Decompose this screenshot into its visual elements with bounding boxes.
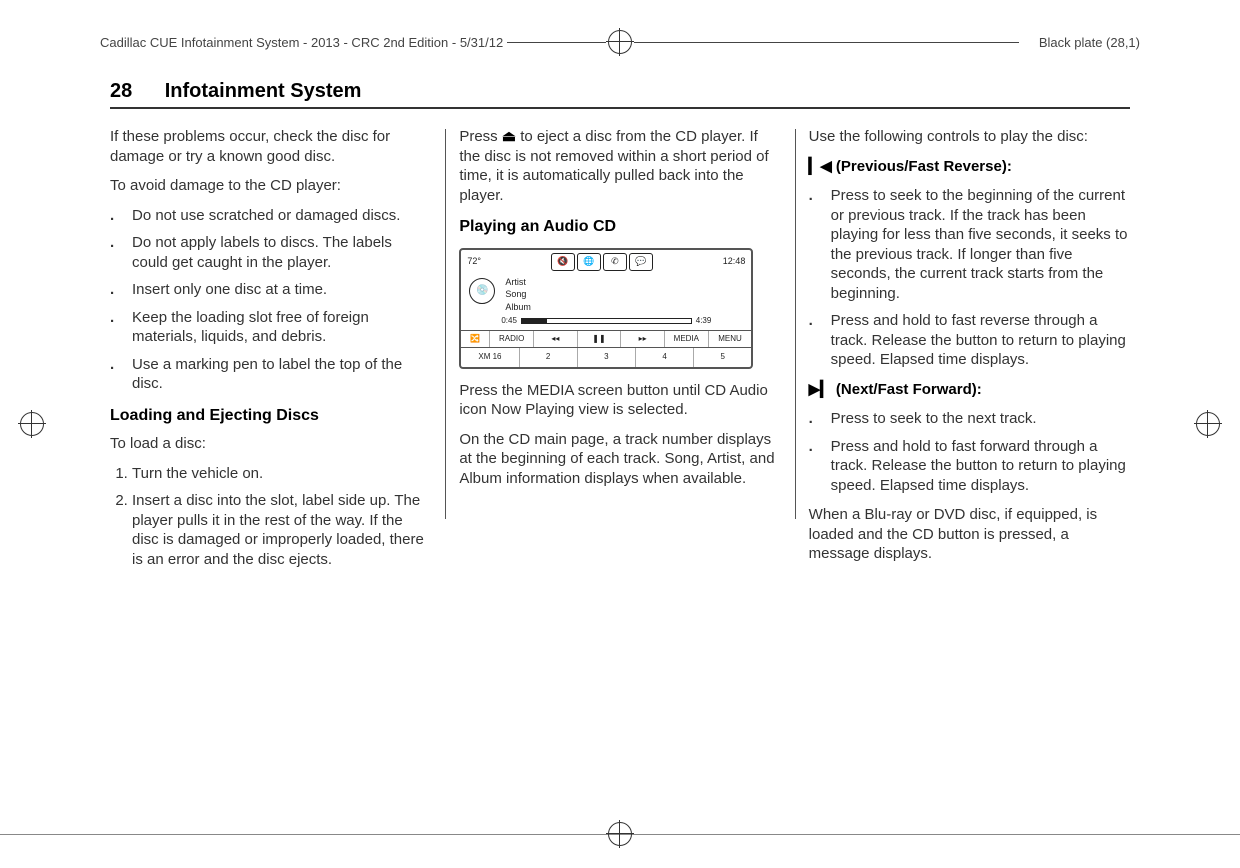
registration-mark-icon xyxy=(1194,410,1222,438)
progress-bar xyxy=(521,318,692,324)
fig-song: Song xyxy=(505,288,531,301)
prev-icon: ◂◂ xyxy=(534,331,578,347)
fig-fav: 4 xyxy=(635,348,693,366)
control-heading: ▶▎ (Next/Fast Forward): xyxy=(809,380,1130,400)
list-item: .Insert only one disc at a time. xyxy=(110,280,431,300)
subheading: Playing an Audio CD xyxy=(459,217,780,238)
fig-album: Album xyxy=(505,301,531,314)
numbered-list: Turn the vehicle on. Insert a disc into … xyxy=(110,464,431,570)
list-item: .Press to seek to the beginning of the c… xyxy=(809,186,1130,303)
bullet-list: .Press to seek to the next track. .Press… xyxy=(809,409,1130,495)
fig-fav: 3 xyxy=(577,348,635,366)
page-title: Infotainment System xyxy=(165,80,362,102)
registration-mark-icon xyxy=(606,820,634,848)
phone-icon: ✆ xyxy=(603,253,627,271)
next-icon: ▸▸ xyxy=(621,331,665,347)
mute-icon: 🔇 xyxy=(551,253,575,271)
para: Press ⏏ to eject a disc from the CD play… xyxy=(459,127,780,205)
para: Press the MEDIA screen button until CD A… xyxy=(459,381,780,420)
fig-buttons-row: 🔀 RADIO ◂◂ ❚❚ ▸▸ MEDIA MENU xyxy=(461,330,751,347)
para: To avoid damage to the CD player: xyxy=(110,176,431,196)
doc-title: Cadillac CUE Infotainment System - 2013 … xyxy=(100,35,503,50)
fig-time: 12:48 xyxy=(723,256,746,268)
fig-favorites-row: XM 16 2 3 4 5 xyxy=(461,347,751,366)
fig-fav: 2 xyxy=(519,348,577,366)
fig-btn: RADIO xyxy=(490,331,534,347)
list-item: Turn the vehicle on. xyxy=(132,464,431,484)
para: Use the following controls to play the d… xyxy=(809,127,1130,147)
para: To load a disc: xyxy=(110,434,431,454)
page-header: 28 Infotainment System xyxy=(110,80,1130,109)
list-item: .Keep the loading slot free of foreign m… xyxy=(110,308,431,347)
fig-fav: XM 16 xyxy=(461,348,518,366)
fig-artist: Artist xyxy=(505,276,531,289)
production-header: Cadillac CUE Infotainment System - 2013 … xyxy=(100,28,1140,56)
registration-mark-icon xyxy=(606,28,634,56)
fig-elapsed: 0:45 xyxy=(501,316,517,326)
globe-icon: 🌐 xyxy=(577,253,601,271)
list-item: .Use a marking pen to label the top of t… xyxy=(110,355,431,394)
fig-btn: MENU xyxy=(709,331,752,347)
page-body: 28 Infotainment System If these problems… xyxy=(110,80,1130,579)
control-heading: ▎◀ (Previous/Fast Reverse): xyxy=(809,157,1130,177)
list-item: .Press and hold to fast reverse through … xyxy=(809,311,1130,370)
list-item: Insert a disc into the slot, label side … xyxy=(132,491,431,569)
column-3: Use the following controls to play the d… xyxy=(795,127,1130,579)
para: On the CD main page, a track number disp… xyxy=(459,430,780,489)
subheading: Loading and Ejecting Discs xyxy=(110,406,431,427)
cd-screen-figure: 72° 🔇 🌐 ✆ 💬 12:48 💿 Artist So xyxy=(459,248,753,369)
voice-icon: 💬 xyxy=(629,253,653,271)
shuffle-icon: 🔀 xyxy=(470,334,480,343)
plate-info: Black plate (28,1) xyxy=(1039,35,1140,50)
fig-btn: MEDIA xyxy=(665,331,709,347)
list-item: .Do not apply labels to discs. The label… xyxy=(110,233,431,272)
para: When a Blu-ray or DVD disc, if equipped,… xyxy=(809,505,1130,564)
list-item: .Press and hold to fast forward through … xyxy=(809,437,1130,496)
column-1: If these problems occur, check the disc … xyxy=(110,127,445,579)
page-number: 28 xyxy=(110,80,132,102)
para: If these problems occur, check the disc … xyxy=(110,127,431,166)
list-item: .Do not use scratched or damaged discs. xyxy=(110,206,431,226)
bullet-list: .Press to seek to the beginning of the c… xyxy=(809,186,1130,370)
fig-fav: 5 xyxy=(693,348,751,366)
bullet-list: .Do not use scratched or damaged discs. … xyxy=(110,206,431,394)
registration-mark-icon xyxy=(18,410,46,438)
seek-next-icon: ▶▎ xyxy=(809,381,832,398)
fig-total: 4:39 xyxy=(696,316,712,326)
fig-temp: 72° xyxy=(467,256,481,268)
pause-icon: ❚❚ xyxy=(578,331,622,347)
list-item: .Press to seek to the next track. xyxy=(809,409,1130,429)
disc-icon: 💿 xyxy=(469,278,495,304)
seek-prev-icon: ▎◀ xyxy=(809,158,832,175)
column-2: Press ⏏ to eject a disc from the CD play… xyxy=(445,127,794,579)
eject-icon: ⏏ xyxy=(502,128,516,145)
